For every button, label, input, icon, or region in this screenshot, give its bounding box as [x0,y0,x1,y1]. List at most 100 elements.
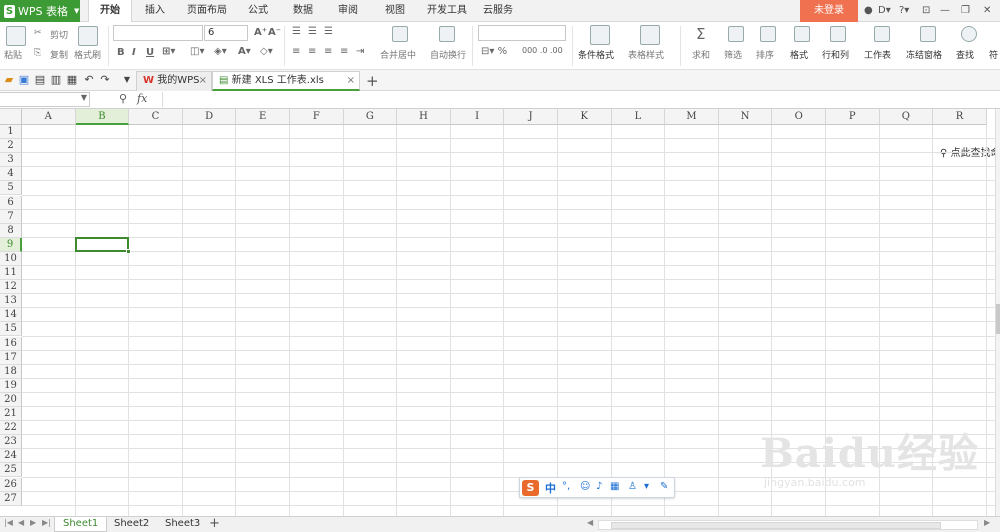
column-header-o[interactable]: O [772,109,826,125]
column-header-i[interactable]: I [450,109,505,125]
conditional-format-button[interactable]: 条件格式 [578,48,614,61]
restore-icon[interactable]: ❐ [961,3,970,19]
sheet-tab-2[interactable]: Sheet2 [106,517,157,532]
spreadsheet-grid[interactable]: ABCDEFGHIJKLMNOPQR 1 2 3 4 5 6 7 8 9 10 11 12 13 14 15… [0,109,995,516]
row-header-3[interactable]: 3 [0,153,22,168]
row-header-14[interactable]: 14 [0,308,22,323]
column-header-d[interactable]: D [182,109,237,125]
format-icon[interactable] [794,26,810,42]
horizontal-scrollbar[interactable] [598,520,978,530]
help-icon[interactable]: ?▾ [899,3,909,19]
increase-font-icon[interactable]: A⁺ [254,27,267,38]
wrap-text-icon[interactable] [439,26,455,42]
row-header-23[interactable]: 23 [0,435,22,450]
indent-icon[interactable]: ⇥ [356,46,364,57]
row-header-24[interactable]: 24 [0,449,22,464]
tab-view[interactable]: 视图 [377,0,413,22]
add-sheet-button[interactable]: + [209,516,220,531]
font-size-select[interactable]: 6 [204,25,248,41]
column-header-e[interactable]: E [236,109,290,125]
sort-icon[interactable] [760,26,776,42]
name-box[interactable]: ▼ [0,92,90,107]
font-name-select[interactable] [113,25,203,41]
align-middle-icon[interactable]: ☰ [308,26,317,37]
row-header-6[interactable]: 6 [0,195,22,210]
row-header-4[interactable]: 4 [0,167,22,182]
customize-icon[interactable]: ▼ [120,73,134,87]
doc-tab-xls[interactable]: ▤ 新建 XLS 工作表.xls × [212,71,360,91]
tab-formulas[interactable]: 公式 [240,0,276,22]
column-header-g[interactable]: G [343,109,398,125]
user-icon[interactable]: ♙ [628,481,637,492]
fx-button[interactable]: fx [137,92,147,105]
italic-button[interactable]: I [132,47,136,58]
row-col-button[interactable]: 行和列 [822,48,849,61]
scroll-right-icon[interactable]: ▶ [984,518,990,527]
column-header-j[interactable]: J [504,109,558,125]
align-right-icon[interactable]: ≡ [324,46,332,57]
column-header-p[interactable]: P [826,109,880,125]
find-icon[interactable] [961,26,977,42]
doc-tab-mywps[interactable]: W 我的WPS × [136,71,212,91]
save-icon[interactable]: ▣ [17,73,31,87]
column-header-l[interactable]: L [611,109,666,125]
fill-handle[interactable] [126,248,132,254]
bold-button[interactable]: B [117,47,125,58]
column-header-q[interactable]: Q [879,109,934,125]
row-header-21[interactable]: 21 [0,407,22,422]
fill-color-icon[interactable]: ◫▾ [190,46,204,57]
scroll-left-icon[interactable]: ◀ [587,518,593,527]
sum-icon[interactable]: Σ [696,25,705,43]
row-header-8[interactable]: 8 [0,223,22,238]
format-painter-button[interactable]: 格式刷 [74,48,101,61]
cut-button[interactable]: 剪切 [50,28,68,41]
ime-toolbar[interactable]: S 中 °, ☺ ♪ ▦ ♙ ▾ ✎ [519,477,675,498]
column-header-c[interactable]: C [129,109,183,125]
row-header-12[interactable]: 12 [0,280,22,295]
skin-shirt-icon[interactable]: ▾ [644,481,649,492]
column-header-r[interactable]: R [933,109,987,125]
print-icon[interactable]: ▥ [49,73,63,87]
login-button[interactable]: 未登录 [800,0,858,22]
row-col-icon[interactable] [830,26,846,42]
undo-icon[interactable]: ↶ [82,73,96,87]
row-header-10[interactable]: 10 [0,251,22,266]
export-icon[interactable]: ▤ [33,73,47,87]
justify-icon[interactable]: ≡ [340,46,348,57]
ime-mode[interactable]: 中 [545,480,556,496]
close-icon[interactable]: ✕ [983,3,991,19]
wrap-text-button[interactable]: 自动换行 [430,48,466,61]
row-header-13[interactable]: 13 [0,294,22,309]
align-top-icon[interactable]: ☰ [292,26,301,37]
formula-input[interactable] [162,92,998,107]
paste-button[interactable]: 粘贴 [4,48,22,61]
column-header-m[interactable]: M [665,109,719,125]
row-header-5[interactable]: 5 [0,181,22,196]
symbol-button[interactable]: 符 [989,48,998,61]
merge-center-icon[interactable] [392,26,408,42]
align-center-icon[interactable]: ≡ [308,46,316,57]
zoom-icon[interactable]: ⚲ [119,92,127,105]
vertical-scrollbar[interactable] [995,109,1000,516]
last-sheet-icon[interactable]: ▶| [42,518,51,527]
row-header-26[interactable]: 26 [0,477,22,492]
row-header-7[interactable]: 7 [0,209,22,224]
freeze-panes-button[interactable]: 冻结窗格 [906,48,942,61]
tab-home[interactable]: 开始 [88,0,132,23]
column-header-f[interactable]: F [290,109,344,125]
column-header-a[interactable]: A [22,109,76,125]
freeze-panes-icon[interactable] [920,26,936,42]
scroll-thumb[interactable] [611,522,941,529]
selected-cell[interactable] [74,236,132,254]
decrease-font-icon[interactable]: A⁻ [268,27,281,38]
row-header-20[interactable]: 20 [0,392,22,407]
worksheet-button[interactable]: 工作表 [864,48,891,61]
scroll-thumb[interactable] [996,304,1000,334]
worksheet-icon[interactable] [874,26,890,42]
clear-format-icon[interactable]: ◇▾ [260,46,273,57]
first-sheet-icon[interactable]: |◀ [4,518,13,527]
punctuation-icon[interactable]: °, [562,481,570,492]
minimize-ribbon-icon[interactable]: ⊡ [922,3,930,19]
row-header-22[interactable]: 22 [0,421,22,436]
row-header-1[interactable]: 1 [0,125,22,140]
